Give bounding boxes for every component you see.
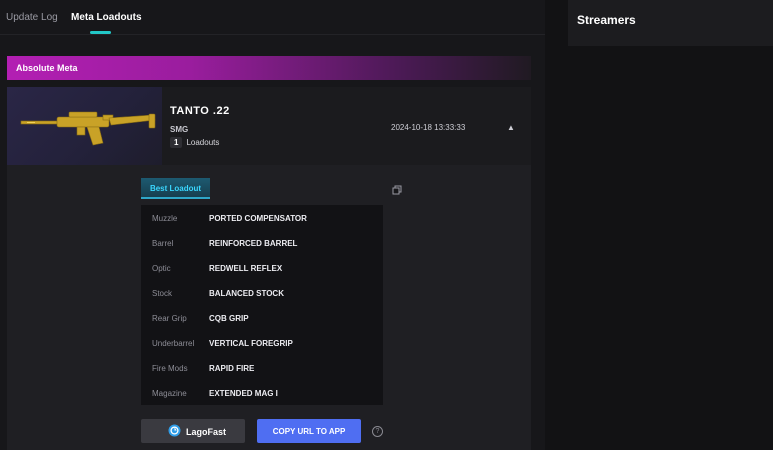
attachment-slot: Muzzle [152, 214, 178, 223]
attachment-row: Fire Mods RAPID FIRE [141, 355, 383, 380]
attachment-value: REINFORCED BARREL [209, 239, 298, 248]
loadout-timestamp: 2024-10-18 13:33:33 [391, 123, 466, 132]
lagofast-button[interactable]: LagoFast [141, 419, 245, 443]
copy-icon[interactable] [392, 185, 402, 195]
attachment-slot: Underbarrel [152, 339, 195, 348]
copy-url-button-label: COPY URL TO APP [272, 427, 346, 436]
weapon-name: TANTO .22 [170, 105, 230, 117]
best-loadout-label: Best Loadout [149, 184, 202, 193]
tab-bar: Update Log Meta Loadouts [0, 0, 545, 35]
attachment-value: VERTICAL FOREGRIP [209, 339, 293, 348]
attachment-row: Optic REDWELL REFLEX [141, 255, 383, 280]
attachment-row: Magazine EXTENDED MAG I [141, 380, 383, 405]
attachment-slot: Magazine [152, 389, 187, 398]
attachment-value: CQB GRIP [209, 314, 249, 323]
attachment-slot: Rear Grip [152, 314, 187, 323]
loadout-count-badge: 1 [170, 137, 183, 148]
attachment-value: EXTENDED MAG I [209, 389, 278, 398]
lagofast-logo-icon [168, 424, 181, 437]
loadout-card-header[interactable]: TANTO .22 SMG 1 Loadouts 2024-10-18 13:3… [7, 87, 531, 165]
question-circle-icon[interactable]: ? [372, 426, 383, 437]
attachments-table: Muzzle PORTED COMPENSATOR Barrel REINFOR… [141, 205, 383, 405]
active-tab-indicator [90, 31, 111, 34]
streamers-title: Streamers [577, 13, 636, 27]
best-loadout-tab[interactable]: Best Loadout [141, 178, 210, 199]
attachment-value: REDWELL REFLEX [209, 264, 283, 273]
attachment-row: Muzzle PORTED COMPENSATOR [141, 205, 383, 230]
attachment-value: BALANCED STOCK [209, 289, 284, 298]
loadouts-label: Loadouts [186, 138, 220, 147]
attachment-slot: Fire Mods [152, 364, 188, 373]
weapon-thumbnail [7, 87, 162, 165]
attachment-slot: Stock [152, 289, 173, 298]
weapon-class: SMG [170, 125, 189, 134]
main-column: Update Log Meta Loadouts Absolute Meta T… [0, 0, 545, 450]
attachment-row: Stock BALANCED STOCK [141, 280, 383, 305]
loadout-count: 1 Loadouts [170, 137, 219, 148]
copy-url-to-app-button[interactable]: COPY URL TO APP [257, 419, 361, 443]
attachment-value: RAPID FIRE [209, 364, 255, 373]
attachment-row: Underbarrel VERTICAL FOREGRIP [141, 330, 383, 355]
weapon-image-icon [20, 111, 156, 146]
section-banner: Absolute Meta [7, 56, 531, 80]
section-title: Absolute Meta [16, 63, 78, 73]
attachment-value: PORTED COMPENSATOR [209, 214, 307, 223]
attachment-row: Barrel REINFORCED BARREL [141, 230, 383, 255]
attachment-slot: Optic [152, 264, 171, 273]
chevron-up-icon[interactable]: ▲ [507, 123, 515, 132]
lagofast-button-label: LagoFast [186, 427, 227, 437]
attachment-slot: Barrel [152, 239, 174, 248]
streamers-panel: Streamers [568, 0, 773, 46]
tab-meta-loadouts[interactable]: Meta Loadouts [71, 12, 142, 23]
attachment-row: Rear Grip CQB GRIP [141, 305, 383, 330]
tab-update-log[interactable]: Update Log [6, 12, 58, 23]
